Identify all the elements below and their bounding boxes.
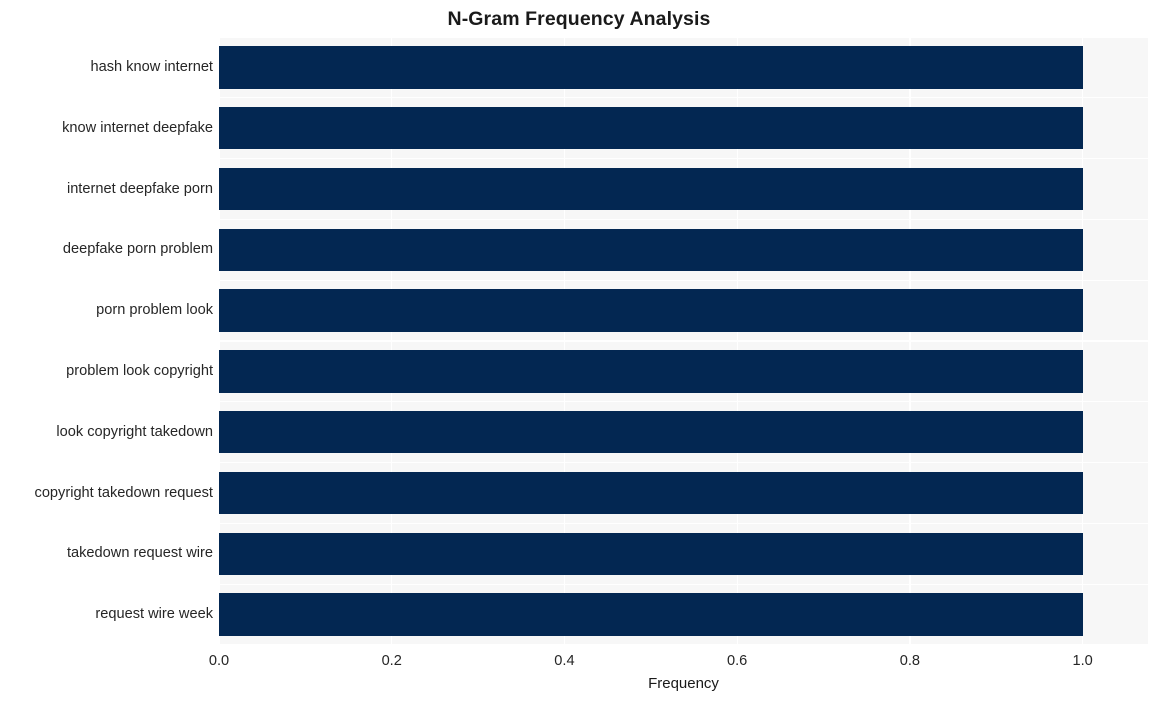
plot-area <box>219 37 1148 645</box>
y-gridline-8 <box>219 522 1148 525</box>
y-gridline-1 <box>219 97 1148 99</box>
y-gridline-7 <box>219 461 1148 464</box>
bar[interactable] <box>219 350 1083 393</box>
x-axis-tick-labels: 0.0 0.2 0.4 0.6 0.8 1.0 <box>0 652 1158 672</box>
bar[interactable] <box>219 289 1083 332</box>
x-tick-label: 0.4 <box>554 653 575 669</box>
y-gridline-10 <box>219 644 1148 645</box>
x-tick-label: 0.0 <box>208 653 230 669</box>
x-tick-label: 0.8 <box>899 653 921 669</box>
y-axis-tick-labels: hash know internet know internet deepfake… <box>0 37 213 645</box>
y-tick-label: internet deepfake porn <box>66 180 213 197</box>
x-tick-label: 1.0 <box>1072 653 1093 669</box>
bar[interactable] <box>219 411 1083 454</box>
y-gridline-0 <box>219 37 1148 38</box>
y-tick-label: look copyright takedown <box>56 423 213 440</box>
bar[interactable] <box>219 532 1083 575</box>
y-tick-label: deepfake porn problem <box>62 241 213 258</box>
chart-title: N-Gram Frequency Analysis <box>447 8 711 30</box>
bar[interactable] <box>219 228 1083 271</box>
y-tick-label: takedown request wire <box>66 545 213 562</box>
y-gridline-5 <box>219 340 1148 342</box>
y-gridline-9 <box>219 583 1148 585</box>
y-tick-label: copyright takedown request <box>34 484 213 501</box>
bar[interactable] <box>219 46 1083 89</box>
y-tick-label: request wire week <box>95 606 213 623</box>
y-tick-label: hash know internet <box>90 58 213 75</box>
x-axis-title: Frequency <box>648 675 719 692</box>
y-gridline-6 <box>219 401 1148 403</box>
bar[interactable] <box>219 107 1083 150</box>
y-tick-label: problem look copyright <box>66 362 213 379</box>
y-gridline-3 <box>219 218 1148 221</box>
y-tick-label: know internet deepfake <box>62 119 213 136</box>
bar[interactable] <box>219 593 1083 636</box>
bar[interactable] <box>219 167 1083 211</box>
bar[interactable] <box>219 471 1083 515</box>
y-gridline-2 <box>219 157 1148 160</box>
x-tick-label: 0.2 <box>381 653 402 669</box>
y-tick-label: porn problem look <box>96 302 213 319</box>
y-gridline-4 <box>219 279 1148 281</box>
x-tick-label: 0.6 <box>727 653 748 669</box>
chart-figure: N-Gram Frequency Analysis hash know inte… <box>0 0 1158 701</box>
